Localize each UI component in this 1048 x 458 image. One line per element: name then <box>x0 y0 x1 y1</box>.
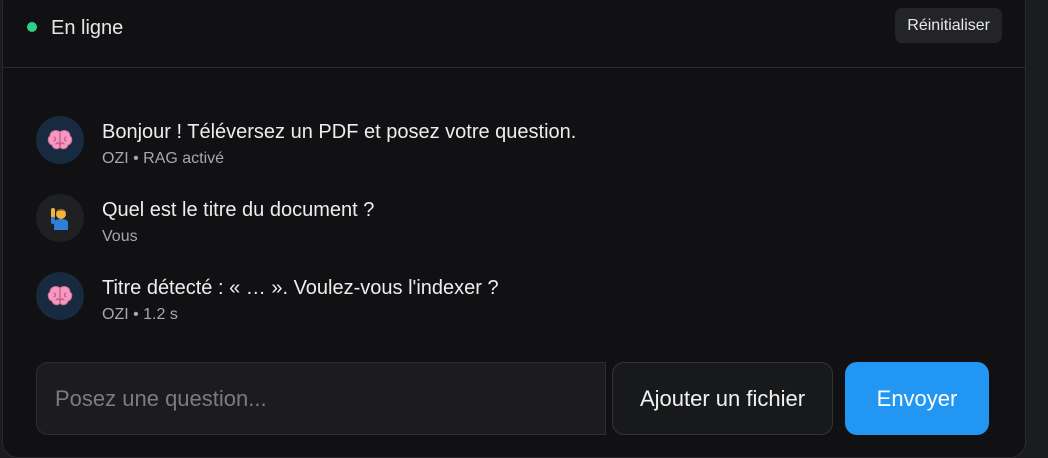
status-text: En ligne <box>51 17 124 39</box>
message-meta: OZI • 1.2 s <box>102 306 178 323</box>
message-item: Quel est le titre du document ? Vous <box>36 194 936 245</box>
bot-avatar <box>36 116 84 164</box>
message-text: Quel est le titre du document ? <box>102 199 375 221</box>
message-item: Bonjour ! Téléversez un PDF et posez vot… <box>36 116 936 167</box>
message-meta: OZI • RAG activé <box>102 150 225 167</box>
message-text: Bonjour ! Téléversez un PDF et posez vot… <box>102 121 577 143</box>
message-item: Titre détecté : « … ». Voulez-vous l'ind… <box>36 272 936 323</box>
person-raising-hand-icon <box>51 208 68 230</box>
question-input[interactable] <box>36 362 606 435</box>
send-button[interactable]: Envoyer <box>845 362 989 435</box>
reset-button[interactable]: Réinitialiser <box>895 8 1002 43</box>
message-text: Titre détecté : « … ». Voulez-vous l'ind… <box>102 277 499 299</box>
brain-icon <box>47 130 73 150</box>
user-avatar <box>36 194 84 242</box>
add-file-button[interactable]: Ajouter un fichier <box>612 362 833 435</box>
message-meta: Vous <box>102 228 138 245</box>
chat-header: En ligne Réinitialiser <box>3 1 1025 68</box>
online-status-dot <box>27 22 37 32</box>
bot-avatar <box>36 272 84 320</box>
brain-icon <box>47 286 73 306</box>
